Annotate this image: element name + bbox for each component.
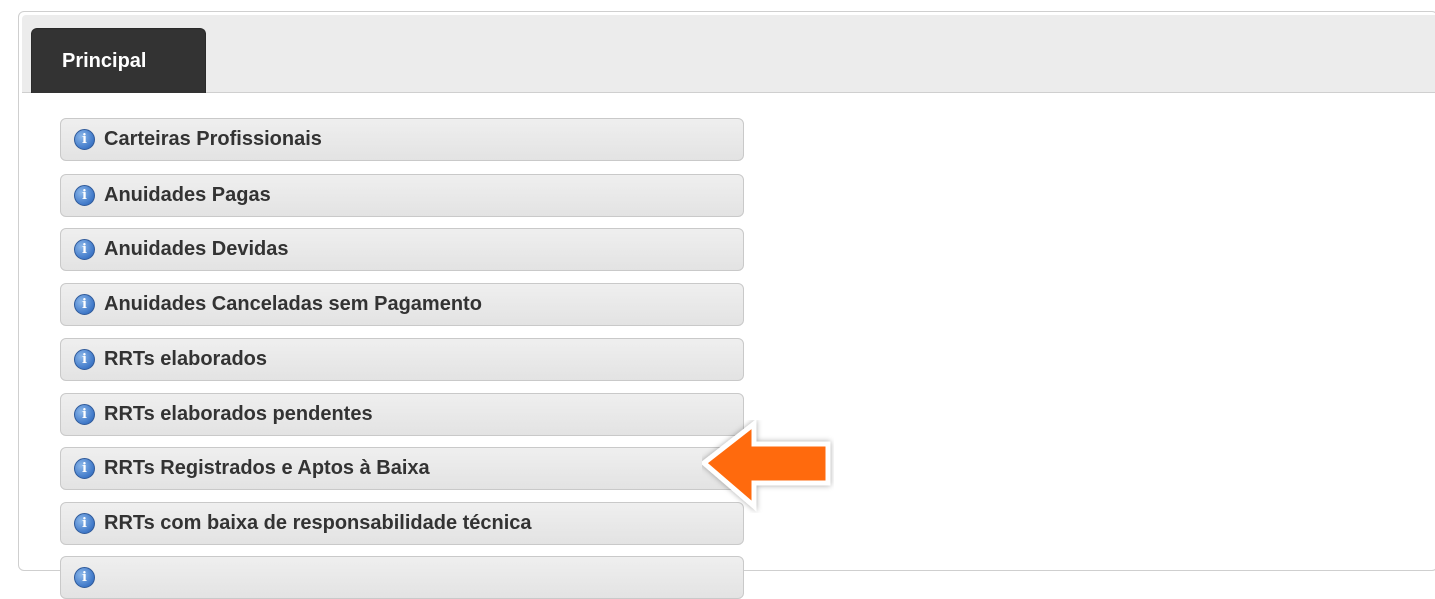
info-icon: i [74,349,95,370]
menu-item-label: RRTs com baixa de responsabilidade técni… [104,512,532,534]
info-icon: i [74,129,95,150]
menu-item-anuidades-pagas[interactable]: i Anuidades Pagas [60,174,744,217]
info-icon: i [74,294,95,315]
info-icon: i [74,513,95,534]
menu-item-label: RRTs elaborados [104,348,267,370]
info-icon: i [74,239,95,260]
menu-item-rrts-elaborados[interactable]: i RRTs elaborados [60,338,744,381]
menu-item-label: RRTs elaborados pendentes [104,403,373,425]
info-icon: i [74,567,95,588]
tab-bar: Principal [22,15,1435,93]
info-icon: i [74,458,95,479]
info-icon: i [74,185,95,206]
menu-item-rrts-elaborados-pendentes[interactable]: i RRTs elaborados pendentes [60,393,744,436]
menu-item-anuidades-devidas[interactable]: i Anuidades Devidas [60,228,744,271]
menu-item-rrts-registrados-aptos-baixa[interactable]: i RRTs Registrados e Aptos à Baixa [60,447,744,490]
menu-item-label: RRTs Registrados e Aptos à Baixa [104,457,430,479]
menu-item-partial[interactable]: i [60,556,744,599]
menu-item-label: Carteiras Profissionais [104,128,322,150]
menu-item-anuidades-canceladas[interactable]: i Anuidades Canceladas sem Pagamento [60,283,744,326]
orange-arrow-pointer-icon [702,420,831,512]
menu-item-label: Anuidades Canceladas sem Pagamento [104,293,482,315]
menu-item-label: Anuidades Pagas [104,184,271,206]
info-icon: i [74,404,95,425]
menu-item-label: Anuidades Devidas [104,238,289,260]
menu-item-carteiras-profissionais[interactable]: i Carteiras Profissionais [60,118,744,161]
tab-principal[interactable]: Principal [31,28,206,93]
menu-item-rrts-baixa-responsabilidade[interactable]: i RRTs com baixa de responsabilidade téc… [60,502,744,545]
